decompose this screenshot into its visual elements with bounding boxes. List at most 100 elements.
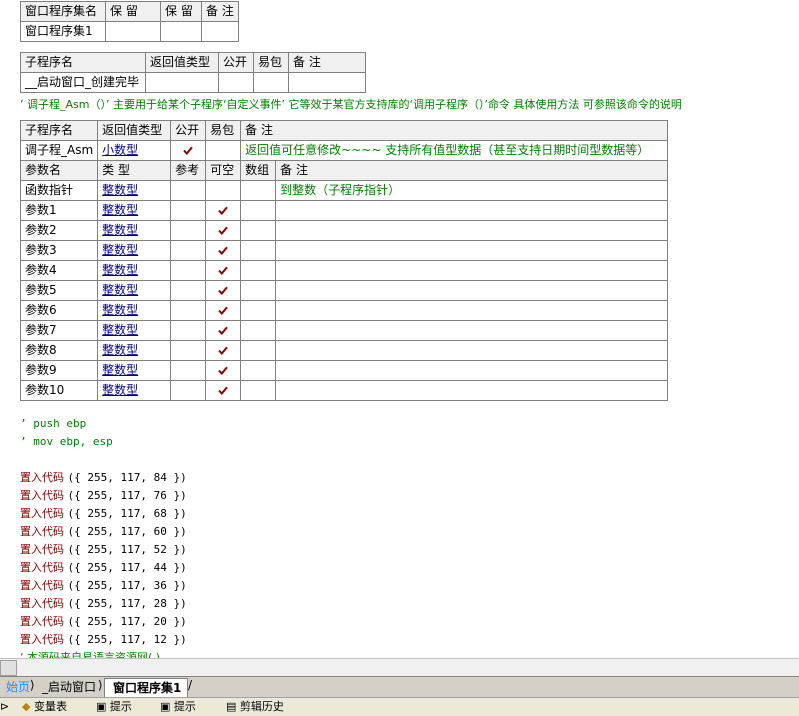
param-type-cell[interactable]: 整数型 [97,280,172,301]
param-note-cell[interactable] [275,220,668,241]
param-ref-cell[interactable] [170,220,207,241]
sub2-public-cell[interactable] [170,140,207,161]
param-array-cell[interactable] [240,200,277,221]
param-row[interactable]: 参数6 整数型 [19,300,668,321]
param-row[interactable]: 参数1 整数型 [19,200,668,221]
param-type[interactable]: 整数型 [102,263,138,277]
param-note-cell[interactable] [275,280,668,301]
code-line[interactable]: 置入代码 ({ 255, 117, 52 }) [20,542,187,558]
source-comment[interactable]: ’ 本源码来自易语言资源网( ) [20,649,160,658]
param-name-cell[interactable]: 参数9 [19,360,99,381]
sub2-name-cell[interactable]: 调子程_Asm [19,140,99,161]
param-nullable-cell[interactable] [205,200,242,221]
sub1-public-cell[interactable] [218,72,254,93]
code-line[interactable]: 置入代码 ({ 255, 117, 84 }) [20,470,187,486]
sub1-return-cell[interactable] [145,72,219,93]
param-nullable-cell[interactable] [205,340,242,361]
param-type[interactable]: 整数型 [102,183,138,197]
param-row[interactable]: 参数4 整数型 [19,260,668,281]
sub1-row[interactable]: __启动窗口_创建完毕 [20,72,366,93]
param-type-cell[interactable]: 整数型 [97,200,172,221]
param-nullable-cell[interactable] [205,260,242,281]
sub2-note-cell[interactable]: 返回值可任意修改~~~~ 支持所有值型数据（甚至支持日期时间型数据等） [240,140,668,161]
param-type-cell[interactable]: 整数型 [97,180,172,201]
code-line[interactable]: 置入代码 ({ 255, 117, 44 }) [20,560,187,576]
tab-startup-window[interactable]: _启动窗口 [34,678,102,696]
param-note-cell[interactable] [275,200,668,221]
param-array-cell[interactable] [240,280,277,301]
param-type[interactable]: 整数型 [102,323,138,337]
param-nullable-cell[interactable] [205,380,242,401]
param-type[interactable]: 整数型 [102,203,138,217]
scrollbar-thumb[interactable] [0,660,17,676]
code-line[interactable]: 置入代码 ({ 255, 117, 76 }) [20,488,187,504]
param-type-cell[interactable]: 整数型 [97,360,172,381]
bottom-tab-variables[interactable]: ◆ 变量表 [22,700,67,714]
sub1-name-cell[interactable]: __启动窗口_创建完毕 [20,72,146,93]
sub1-note-cell[interactable] [288,72,366,93]
param-name-cell[interactable]: 参数7 [19,320,99,341]
param-row[interactable]: 参数8 整数型 [19,340,668,361]
param-array-cell[interactable] [240,320,277,341]
param-array-cell[interactable] [240,180,277,201]
param-ref-cell[interactable] [170,320,207,341]
assembly-row[interactable]: 窗口程序集1 [20,21,239,42]
sub2-return-cell[interactable]: 小数型 [97,140,172,161]
param-note-cell[interactable] [275,300,668,321]
usage-comment[interactable]: ’ 调子程_Asm（）’ 主要用于给某个子程序‘自定义事件’ 它等效于某官方支持… [20,96,682,112]
param-name-cell[interactable]: 函数指针 [19,180,99,201]
horizontal-scrollbar[interactable] [0,658,799,676]
param-type-cell[interactable]: 整数型 [97,380,172,401]
asm-comment-push[interactable]: ’ push ebp [20,417,86,430]
code-line[interactable]: 置入代码 ({ 255, 117, 36 }) [20,578,187,594]
param-type-cell[interactable]: 整数型 [97,220,172,241]
param-note-cell[interactable] [275,320,668,341]
param-type[interactable]: 整数型 [102,383,138,397]
assembly-reserved2-cell[interactable] [160,21,202,42]
param-name-cell[interactable]: 参数2 [19,220,99,241]
param-ref-cell[interactable] [170,240,207,261]
param-ref-cell[interactable] [170,180,207,201]
code-line[interactable]: 置入代码 ({ 255, 117, 68 }) [20,506,187,522]
param-array-cell[interactable] [240,240,277,261]
param-name-cell[interactable]: 参数3 [19,240,99,261]
param-nullable-cell[interactable] [205,320,242,341]
param-nullable-cell[interactable] [205,360,242,381]
sub1-pack-cell[interactable] [253,72,289,93]
code-line[interactable]: 置入代码 ({ 255, 117, 28 }) [20,596,187,612]
param-type[interactable]: 整数型 [102,303,138,317]
param-note-cell[interactable] [275,340,668,361]
param-ref-cell[interactable] [170,340,207,361]
param-row[interactable]: 函数指针 整数型 到整数（子程序指针） [19,180,668,201]
param-type[interactable]: 整数型 [102,223,138,237]
bottom-tab-tip1[interactable]: ▣ 提示 [96,700,132,714]
param-ref-cell[interactable] [170,300,207,321]
param-type-cell[interactable]: 整数型 [97,260,172,281]
param-array-cell[interactable] [240,220,277,241]
bottom-tab-clip-history[interactable]: ▤ 剪辑历史 [226,700,284,714]
param-type-cell[interactable]: 整数型 [97,240,172,261]
param-note-cell[interactable] [275,380,668,401]
tab-assembly1[interactable]: 窗口程序集1 [104,678,189,697]
param-array-cell[interactable] [240,340,277,361]
param-array-cell[interactable] [240,300,277,321]
param-row[interactable]: 参数10 整数型 [19,380,668,401]
param-name-cell[interactable]: 参数6 [19,300,99,321]
param-array-cell[interactable] [240,380,277,401]
asm-comment-mov[interactable]: ’ mov ebp, esp [20,435,113,448]
param-type-cell[interactable]: 整数型 [97,320,172,341]
code-line[interactable]: 置入代码 ({ 255, 117, 60 }) [20,524,187,540]
param-nullable-cell[interactable] [205,220,242,241]
code-line[interactable]: 置入代码 ({ 255, 117, 20 }) [20,614,187,630]
param-type[interactable]: 整数型 [102,243,138,257]
param-nullable-cell[interactable] [205,280,242,301]
param-ref-cell[interactable] [170,380,207,401]
param-name-cell[interactable]: 参数4 [19,260,99,281]
param-note-cell[interactable] [275,260,668,281]
param-name-cell[interactable]: 参数10 [19,380,99,401]
param-ref-cell[interactable] [170,360,207,381]
bottom-tab-tip2[interactable]: ▣ 提示 [160,700,196,714]
param-type-cell[interactable]: 整数型 [97,340,172,361]
param-row[interactable]: 参数7 整数型 [19,320,668,341]
param-nullable-cell[interactable] [205,300,242,321]
